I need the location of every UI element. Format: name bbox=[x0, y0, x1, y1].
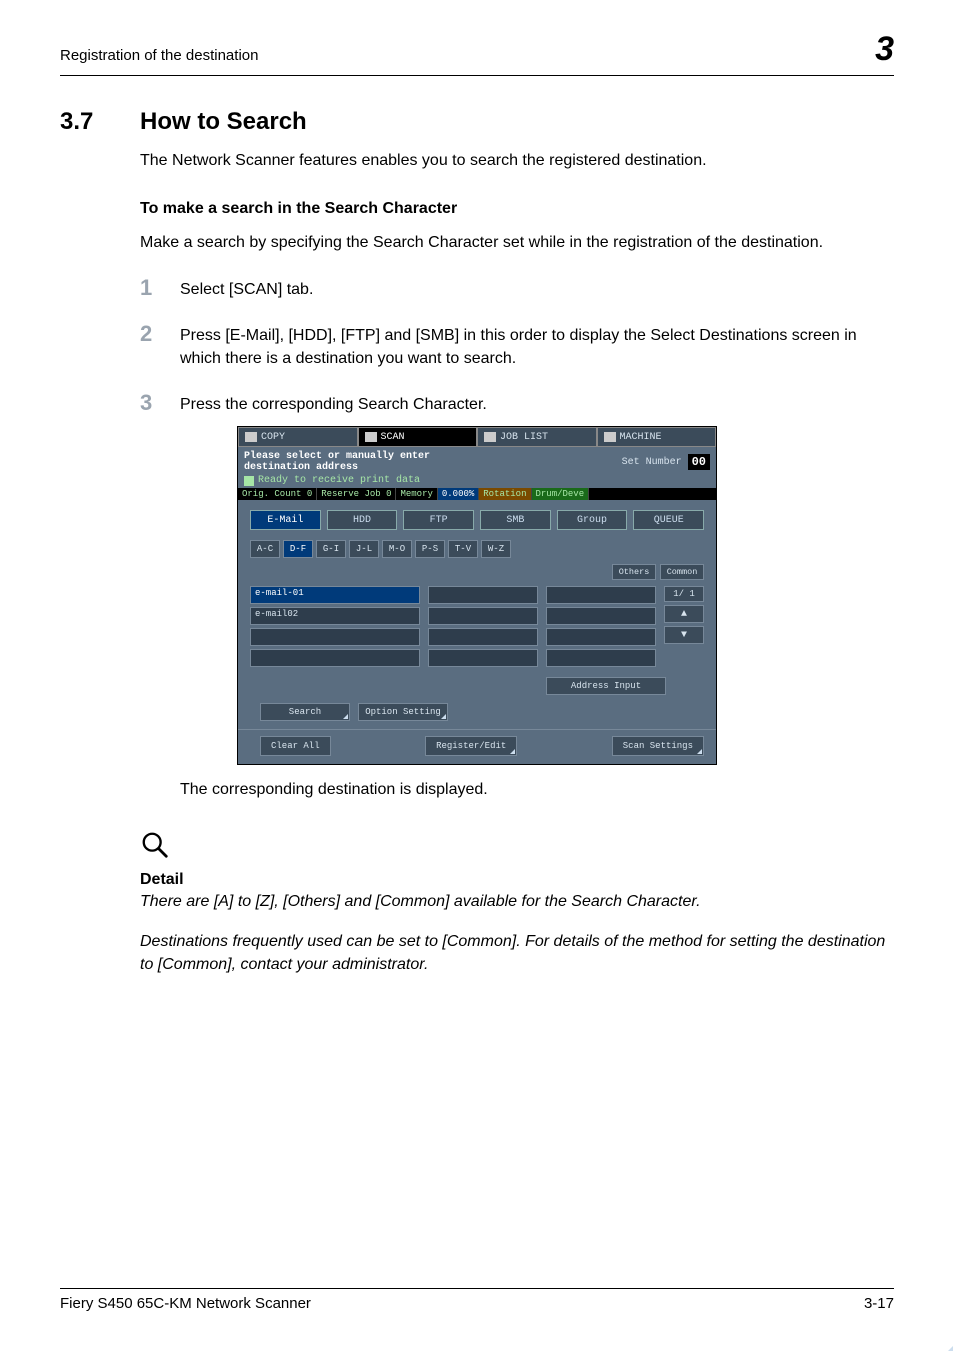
stat-memory-value: 0.000% bbox=[442, 489, 474, 499]
step-text-2: Press [E-Mail], [HDD], [FTP] and [SMB] i… bbox=[180, 321, 894, 370]
list-item[interactable]: e-mail-01 bbox=[250, 586, 420, 604]
list-item[interactable] bbox=[546, 628, 656, 646]
device-screenshot: COPY SCAN JOB LIST MACHINE Please select… bbox=[237, 426, 717, 765]
list-item[interactable]: e-mail02 bbox=[250, 607, 420, 625]
list-item[interactable] bbox=[546, 607, 656, 625]
tab-scan-label: SCAN bbox=[381, 432, 405, 443]
header-left: Registration of the destination bbox=[60, 47, 258, 64]
alpha-gi[interactable]: G-I bbox=[316, 540, 346, 558]
step-number-2: 2 bbox=[140, 321, 180, 370]
list-item[interactable] bbox=[428, 586, 538, 604]
dest-queue-button[interactable]: QUEUE bbox=[633, 510, 704, 530]
step-text-1: Select [SCAN] tab. bbox=[180, 275, 894, 301]
list-item[interactable] bbox=[250, 649, 420, 667]
ready-status: Ready to receive print data bbox=[258, 475, 420, 486]
step-number-3: 3 bbox=[140, 390, 180, 416]
stat-reserve-label: Reserve Job bbox=[321, 489, 380, 499]
magnifier-icon bbox=[140, 830, 894, 865]
intro-paragraph: The Network Scanner features enables you… bbox=[140, 150, 894, 172]
header-chapter-number: 3 bbox=[875, 30, 894, 69]
tab-machine-label: MACHINE bbox=[620, 432, 662, 443]
search-button[interactable]: Search bbox=[260, 703, 350, 721]
instruction-paragraph: Make a search by specifying the Search C… bbox=[140, 232, 894, 254]
stat-memory-label: Memory bbox=[400, 489, 432, 499]
set-number-value: 00 bbox=[688, 454, 710, 470]
list-item[interactable] bbox=[428, 649, 538, 667]
stat-rotation: Rotation bbox=[483, 489, 526, 499]
dest-ftp-button[interactable]: FTP bbox=[403, 510, 474, 530]
section-title: How to Search bbox=[140, 108, 307, 135]
alpha-ps[interactable]: P-S bbox=[415, 540, 445, 558]
tab-copy-label: COPY bbox=[261, 432, 285, 443]
tab-copy[interactable]: COPY bbox=[238, 427, 358, 447]
prompt-line2: destination address bbox=[244, 462, 430, 473]
list-item[interactable] bbox=[250, 628, 420, 646]
list-item[interactable] bbox=[546, 586, 656, 604]
section-number: 3.7 bbox=[60, 108, 140, 136]
detail-paragraph-2: Destinations frequently used can be set … bbox=[140, 931, 894, 976]
detail-paragraph-1: There are [A] to [Z], [Others] and [Comm… bbox=[140, 891, 894, 913]
set-number-label: Set Number bbox=[622, 457, 682, 468]
stat-drum: Drum/Deve bbox=[536, 489, 585, 499]
list-item[interactable] bbox=[428, 607, 538, 625]
copy-icon bbox=[245, 432, 257, 442]
printer-icon bbox=[244, 476, 254, 486]
footer-right: 3-17 bbox=[864, 1295, 894, 1312]
dest-email-button[interactable]: E-Mail bbox=[250, 510, 321, 530]
stat-orig-value: 0 bbox=[307, 489, 312, 499]
tab-joblist-label: JOB LIST bbox=[500, 432, 548, 443]
footer-left: Fiery S450 65C-KM Network Scanner bbox=[60, 1295, 311, 1312]
header-rule bbox=[60, 75, 894, 76]
dest-hdd-button[interactable]: HDD bbox=[327, 510, 398, 530]
stat-orig-label: Orig. Count bbox=[242, 489, 301, 499]
alpha-wz[interactable]: W-Z bbox=[481, 540, 511, 558]
register-edit-button[interactable]: Register/Edit bbox=[425, 736, 517, 756]
stat-reserve-value: 0 bbox=[386, 489, 391, 499]
result-paragraph: The corresponding destination is display… bbox=[180, 779, 894, 801]
dest-group-button[interactable]: Group bbox=[557, 510, 628, 530]
scan-settings-button[interactable]: Scan Settings bbox=[612, 736, 704, 756]
alpha-jl[interactable]: J-L bbox=[349, 540, 379, 558]
list-item[interactable] bbox=[428, 628, 538, 646]
dest-smb-button[interactable]: SMB bbox=[480, 510, 551, 530]
page-down-button[interactable]: ▼ bbox=[664, 626, 704, 644]
alpha-others[interactable]: Others bbox=[612, 564, 656, 580]
scan-icon bbox=[365, 432, 377, 442]
page-indicator: 1/ 1 bbox=[664, 586, 704, 602]
prompt-message: Please select or manually enter destinat… bbox=[244, 451, 430, 473]
alpha-ac[interactable]: A-C bbox=[250, 540, 280, 558]
set-number: Set Number 00 bbox=[622, 454, 710, 470]
page-up-button[interactable]: ▲ bbox=[664, 605, 704, 623]
step-number-1: 1 bbox=[140, 275, 180, 301]
clear-all-button[interactable]: Clear All bbox=[260, 736, 331, 756]
prompt-line1: Please select or manually enter bbox=[244, 451, 430, 462]
alpha-common[interactable]: Common bbox=[660, 564, 704, 580]
alpha-mo[interactable]: M-O bbox=[382, 540, 412, 558]
section-heading: 3.7How to Search bbox=[60, 108, 894, 136]
alpha-df[interactable]: D-F bbox=[283, 540, 313, 558]
machine-icon bbox=[604, 432, 616, 442]
subheading: To make a search in the Search Character bbox=[140, 200, 894, 218]
detail-heading: Detail bbox=[140, 871, 894, 889]
status-bar: Orig. Count 0 Reserve Job 0 Memory 0.000… bbox=[238, 488, 716, 500]
option-setting-button[interactable]: Option Setting bbox=[358, 703, 448, 721]
footer-rule bbox=[60, 1288, 894, 1289]
joblist-icon bbox=[484, 432, 496, 442]
tab-joblist[interactable]: JOB LIST bbox=[477, 427, 597, 447]
alpha-tv[interactable]: T-V bbox=[448, 540, 478, 558]
list-item[interactable] bbox=[546, 649, 656, 667]
address-input-button[interactable]: Address Input bbox=[546, 677, 666, 695]
tab-machine[interactable]: MACHINE bbox=[597, 427, 717, 447]
step-text-3: Press the corresponding Search Character… bbox=[180, 390, 894, 416]
tab-scan[interactable]: SCAN bbox=[358, 427, 478, 447]
